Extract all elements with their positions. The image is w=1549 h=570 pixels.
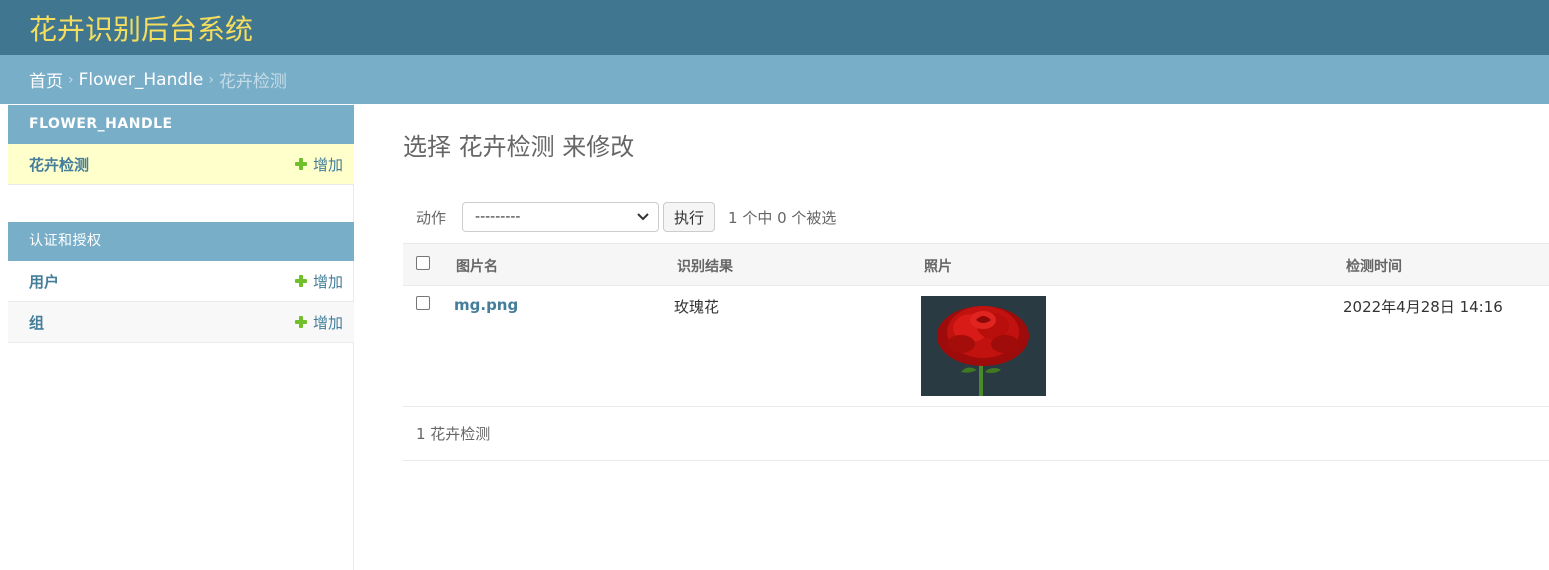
- column-header-time[interactable]: 检测时间: [1346, 256, 1402, 276]
- table-row: mg.png 玫瑰花 2022年4月28日 14:16: [403, 286, 1549, 407]
- add-label: 增加: [312, 313, 343, 332]
- chevron-down-icon: [637, 213, 649, 221]
- sidebar-item-users: 用户 增加: [8, 261, 354, 302]
- site-header: 花卉识别后台系统: [0, 0, 1549, 55]
- go-button[interactable]: 执行: [663, 202, 716, 232]
- select-all-checkbox[interactable]: [416, 256, 430, 270]
- column-header-photo[interactable]: 照片: [924, 256, 952, 276]
- action-select-value: ---------: [475, 209, 521, 225]
- site-title[interactable]: 花卉识别后台系统: [29, 8, 253, 48]
- result-table: 图片名 识别结果 照片 检测时间 mg.png 玫瑰花 2022年4月28日 1…: [403, 243, 1549, 407]
- action-select[interactable]: ---------: [462, 202, 660, 232]
- content: 选择 花卉检测 来修改 动作 --------- 执行 1 个中 0 个被选 图…: [354, 104, 1549, 570]
- result-text: 玫瑰花: [674, 298, 720, 316]
- action-counter: 1 个中 0 个被选: [728, 208, 837, 227]
- add-label: 增加: [312, 155, 343, 174]
- page-title: 选择 花卉检测 来修改: [403, 133, 635, 161]
- column-header-result[interactable]: 识别结果: [677, 256, 733, 276]
- plus-icon: [294, 158, 307, 170]
- detection-time: 2022年4月28日 14:16: [1343, 298, 1503, 316]
- module-auth: 认证和授权 用户 增加 组 增加: [8, 222, 354, 343]
- add-button[interactable]: 增加: [294, 154, 343, 175]
- sidebar-item-groups: 组 增加: [8, 302, 354, 343]
- rose-image: [921, 296, 1046, 396]
- actions-bar: 动作 --------- 执行 1 个中 0 个被选: [403, 200, 1549, 234]
- breadcrumb-separator: ›: [208, 71, 214, 88]
- model-link[interactable]: 用户: [29, 271, 59, 292]
- table-header: 图片名 识别结果 照片 检测时间: [403, 244, 1549, 286]
- module-flower-handle: FLOWER_HANDLE 花卉检测 增加: [8, 105, 354, 185]
- column-header-image-name[interactable]: 图片名: [456, 256, 498, 276]
- image-name-link[interactable]: mg.png: [454, 296, 518, 314]
- row-checkbox[interactable]: [416, 296, 430, 310]
- model-link[interactable]: 花卉检测: [29, 154, 89, 175]
- paginator: 1 花卉检测: [403, 407, 1549, 461]
- breadcrumb-current: 花卉检测: [218, 72, 287, 92]
- module-caption[interactable]: 认证和授权: [8, 222, 354, 261]
- plus-icon: [294, 275, 307, 287]
- breadcrumb-separator: ›: [68, 71, 74, 88]
- add-button[interactable]: 增加: [294, 271, 343, 292]
- sidebar: FLOWER_HANDLE 花卉检测 增加 认证和授权 用户 增加 组 增加: [0, 104, 354, 570]
- flower-photo: [921, 296, 1046, 396]
- plus-icon: [294, 316, 307, 328]
- breadcrumb-app[interactable]: Flower_Handle: [79, 70, 204, 90]
- add-label: 增加: [312, 272, 343, 291]
- breadcrumb: 首页 › Flower_Handle › 花卉检测: [0, 55, 1549, 104]
- model-link[interactable]: 组: [29, 312, 44, 333]
- module-caption[interactable]: FLOWER_HANDLE: [8, 105, 354, 144]
- breadcrumb-home[interactable]: 首页: [29, 67, 63, 92]
- sidebar-item-flower-detection: 花卉检测 增加: [8, 144, 354, 185]
- action-label: 动作: [416, 208, 447, 227]
- add-button[interactable]: 增加: [294, 312, 343, 333]
